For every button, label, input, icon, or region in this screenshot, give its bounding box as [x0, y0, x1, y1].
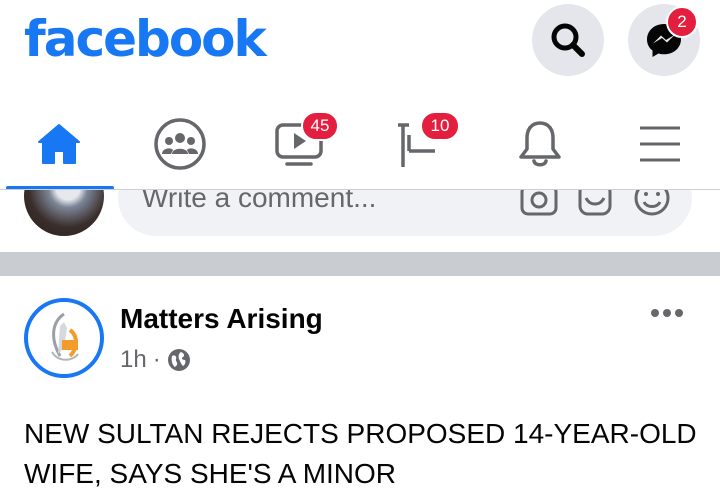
home-icon — [38, 124, 80, 164]
search-button[interactable] — [532, 4, 604, 76]
post-meta: 1h · — [120, 346, 191, 374]
facebook-logo[interactable]: facebook — [24, 10, 267, 68]
top-header: facebook 2 — [0, 0, 720, 100]
feeds-badge: 10 — [420, 111, 460, 141]
gif-icon[interactable] — [576, 190, 616, 220]
post-time[interactable]: 1h — [120, 346, 147, 374]
groups-icon — [154, 118, 206, 170]
post-options-button[interactable] — [650, 306, 684, 325]
tab-home[interactable] — [24, 114, 94, 174]
globe-icon — [167, 349, 190, 371]
matters-arising-logo-icon — [51, 312, 79, 361]
meta-separator: · — [152, 346, 161, 373]
post-body-text: NEW SULTAN REJECTS PROPOSED 14-YEAR-OLD … — [24, 418, 697, 489]
menu-icon — [640, 126, 680, 162]
tab-groups[interactable] — [145, 114, 215, 174]
feed-separator — [0, 252, 720, 276]
nav-tabs — [0, 100, 720, 190]
search-icon — [551, 23, 585, 57]
post-author[interactable]: Matters Arising — [120, 303, 323, 335]
comment-composer: Write a comment... — [0, 190, 720, 252]
tab-menu[interactable] — [625, 114, 695, 174]
camera-icon[interactable] — [518, 190, 562, 220]
page-avatar[interactable] — [24, 298, 104, 378]
watch-badge: 45 — [301, 111, 339, 141]
more-icon — [651, 309, 683, 317]
bell-icon — [519, 121, 561, 167]
tab-notifications[interactable] — [505, 114, 575, 174]
smiley-icon[interactable] — [632, 190, 674, 220]
comment-placeholder[interactable]: Write a comment... — [142, 190, 376, 214]
user-avatar[interactable] — [24, 190, 104, 236]
messenger-badge: 2 — [666, 6, 698, 38]
